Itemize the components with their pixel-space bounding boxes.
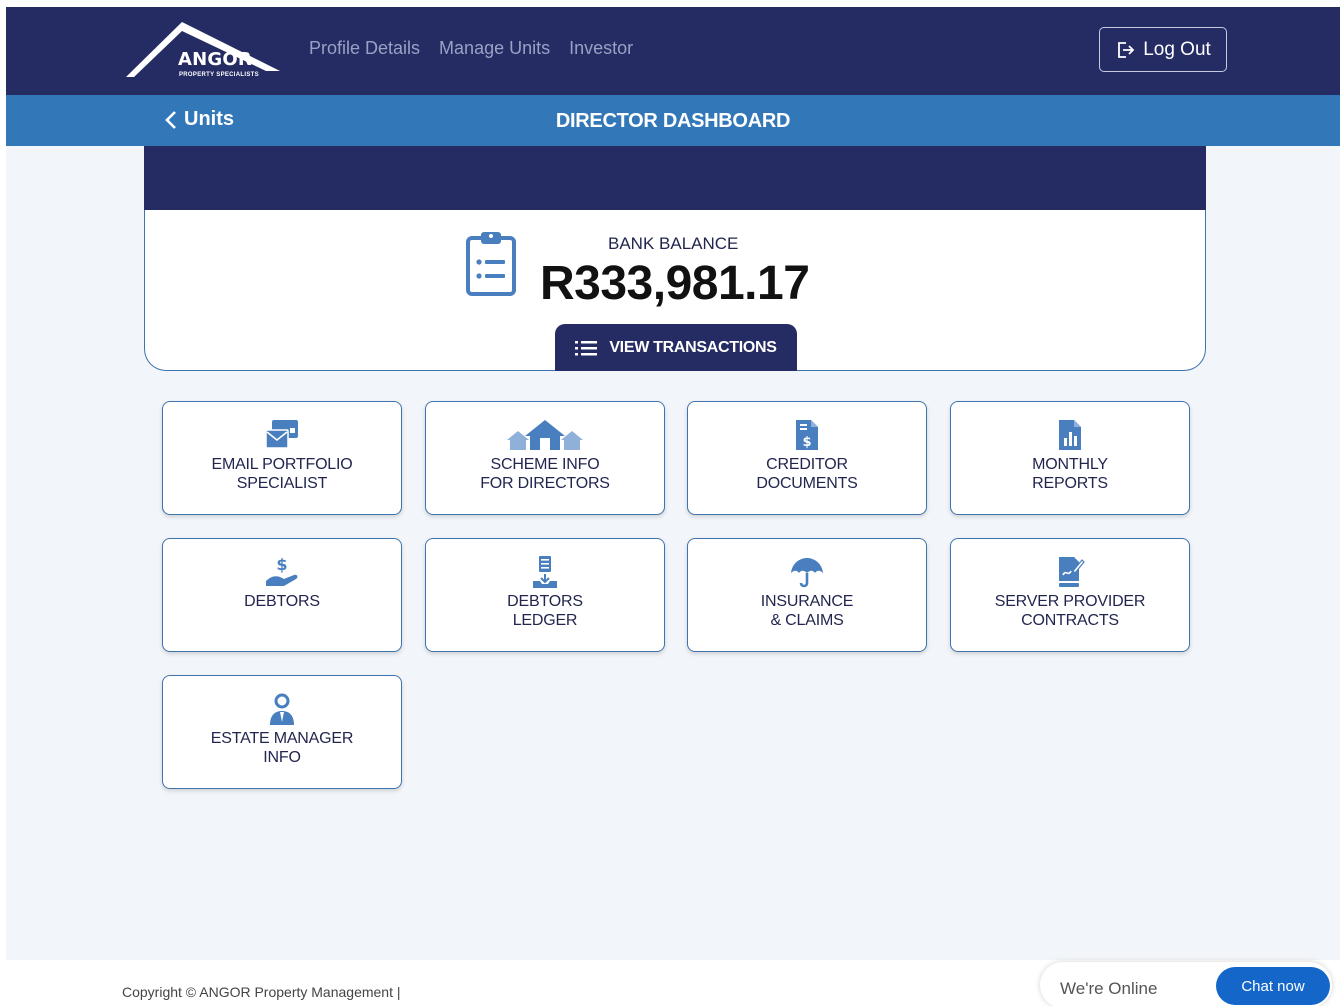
bank-balance-label: BANK BALANCE (608, 234, 739, 253)
tile-label-line1: SERVER PROVIDER (994, 593, 1146, 610)
logout-button[interactable]: Log Out (1099, 27, 1227, 72)
tile-creditor-documents[interactable]: $ CREDITOR DOCUMENTS (687, 401, 927, 515)
tile-email-portfolio-specialist[interactable]: EMAIL PORTFOLIO SPECIALIST (162, 401, 402, 515)
view-transactions-button[interactable]: VIEW TRANSACTIONS (555, 324, 797, 371)
svg-text:$: $ (276, 555, 287, 574)
nav-profile-details[interactable]: Profile Details (309, 38, 420, 59)
tile-label-line2: INFO (263, 749, 301, 766)
tile-scheme-info-for-directors[interactable]: SCHEME INFO FOR DIRECTORS (425, 401, 665, 515)
bank-balance-card: BANK BALANCE R333,981.17 VIEW TRANSACTIO… (144, 146, 1206, 371)
nav-manage-units[interactable]: Manage Units (439, 38, 550, 59)
ledger-icon (530, 555, 560, 589)
logo-text: ANGOR (178, 49, 252, 70)
svg-text:$: $ (802, 435, 811, 450)
page-title: DIRECTOR DASHBOARD (555, 110, 791, 132)
top-navbar: ANGOR PROPERTY SPECIALISTS Profile Detai… (6, 7, 1340, 95)
houses-icon (505, 418, 585, 452)
tile-label-line1: INSURANCE (760, 593, 854, 610)
tile-server-provider-contracts[interactable]: SERVER PROVIDER CONTRACTS (950, 538, 1190, 652)
logo-subtext: PROPERTY SPECIALISTS (179, 72, 259, 78)
manager-icon (267, 692, 297, 726)
tile-label-line1: SCHEME INFO (490, 456, 600, 473)
tile-label-line2: FOR DIRECTORS (480, 475, 610, 492)
tile-label-line2: CONTRACTS (1021, 612, 1119, 629)
sub-header: Units DIRECTOR DASHBOARD (6, 95, 1340, 146)
tile-label-line1: ESTATE MANAGER (210, 730, 354, 747)
tile-label-line2: LEDGER (512, 612, 578, 629)
chat-now-button[interactable]: Chat now (1216, 967, 1330, 1005)
clipboard-icon (465, 230, 517, 296)
list-icon (575, 340, 598, 355)
chat-status-text: We're Online (1060, 979, 1158, 998)
bank-balance-value: R333,981.17 (540, 257, 810, 310)
tile-insurance-claims[interactable]: INSURANCE & CLAIMS (687, 538, 927, 652)
footer: Copyright © ANGOR Property Management | … (0, 960, 1344, 1006)
tile-label-line1: CREDITOR (766, 456, 848, 473)
balance-card-header (144, 146, 1206, 210)
tile-label-line1: DEBTORS (244, 593, 320, 610)
chat-widget: We're Online Chat now (1040, 962, 1332, 1006)
report-icon (1057, 418, 1083, 452)
contract-icon (1055, 555, 1085, 589)
money-hand-icon: $ (264, 555, 300, 589)
view-transactions-label: VIEW TRANSACTIONS (609, 338, 777, 356)
tile-monthly-reports[interactable]: MONTHLY REPORTS (950, 401, 1190, 515)
logout-icon (1118, 41, 1135, 58)
tile-label-line2: DOCUMENTS (756, 475, 858, 492)
tile-label-line2: SPECIALIST (236, 475, 328, 492)
tile-label-line2: & CLAIMS (770, 612, 844, 629)
copyright-text: Copyright © ANGOR Property Management | (122, 984, 401, 1000)
logout-label: Log Out (1143, 38, 1211, 60)
tile-debtors-ledger[interactable]: DEBTORS LEDGER (425, 538, 665, 652)
tile-estate-manager-info[interactable]: ESTATE MANAGER INFO (162, 675, 402, 789)
tile-label-line2: REPORTS (1032, 475, 1108, 492)
angor-logo[interactable]: ANGOR PROPERTY SPECIALISTS (122, 19, 282, 81)
umbrella-icon (789, 555, 825, 589)
email-icon (264, 418, 300, 452)
app-window: ANGOR PROPERTY SPECIALISTS Profile Detai… (6, 7, 1340, 960)
tile-label-line1: DEBTORS (507, 593, 583, 610)
nav-investor[interactable]: Investor (569, 38, 633, 59)
tile-debtors[interactable]: $ DEBTORS (162, 538, 402, 652)
invoice-icon: $ (794, 418, 820, 452)
tile-label-line1: MONTHLY (1032, 456, 1108, 473)
main-nav: Profile Details Manage Units Investor (309, 38, 633, 59)
tile-label-line1: EMAIL PORTFOLIO (211, 456, 353, 473)
